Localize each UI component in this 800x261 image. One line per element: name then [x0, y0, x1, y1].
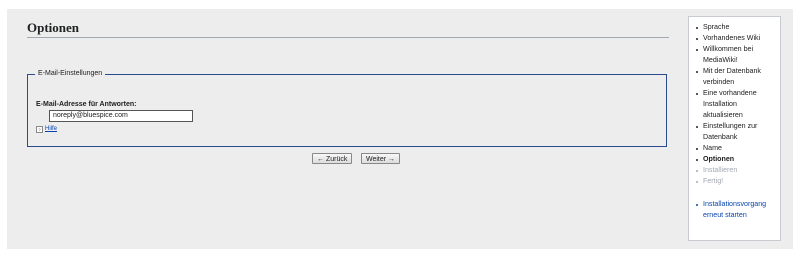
bullet-icon	[696, 26, 698, 29]
restart-label[interactable]: Installationsvorgang erneut starten	[703, 200, 766, 219]
step-label: Einstellungen zur Datenbank	[703, 122, 758, 141]
step-item-willkommen: Willkommen bei MediaWiki!	[689, 44, 780, 66]
step-item-fertig: Fertig!	[689, 176, 780, 187]
step-item-installieren: Installieren	[689, 165, 780, 176]
bullet-icon	[696, 169, 698, 172]
step-label: Willkommen bei MediaWiki!	[703, 45, 754, 64]
bullet-icon	[696, 203, 698, 206]
installer-frame: Optionen E-Mail-Einstellungen E-Mail-Adr…	[7, 9, 793, 249]
next-button[interactable]: Weiter →	[361, 153, 401, 164]
step-item-datenbank-verbinden: Mit der Datenbank verbinden	[689, 66, 780, 88]
step-label: Mit der Datenbank verbinden	[703, 67, 761, 86]
help-icon: ?	[36, 125, 43, 133]
step-item-installation-aktualisieren: Eine vorhandene Installation aktualisier…	[689, 88, 780, 121]
bullet-icon	[696, 147, 698, 150]
bullet-icon	[696, 70, 698, 73]
fieldset-legend: E-Mail-Einstellungen	[35, 69, 106, 79]
email-field-label: E-Mail-Adresse für Antworten:	[36, 101, 137, 108]
installer-steps-sidebar: Sprache Vorhandenes Wiki Willkommen bei …	[688, 16, 781, 241]
step-item-datenbank-einstellungen: Einstellungen zur Datenbank	[689, 121, 780, 143]
step-item-optionen: Optionen	[689, 154, 780, 165]
email-field[interactable]	[49, 110, 193, 122]
steps-list: Sprache Vorhandenes Wiki Willkommen bei …	[689, 17, 780, 221]
back-button[interactable]: ← Zurück	[312, 153, 353, 164]
step-item-vorhandenes-wiki: Vorhandenes Wiki	[689, 33, 780, 44]
step-label: Fertig!	[703, 177, 724, 185]
bullet-icon	[696, 180, 698, 183]
bullet-icon	[696, 92, 698, 95]
step-label: Vorhandenes Wiki	[703, 34, 761, 42]
bullet-icon	[696, 158, 698, 161]
step-label: Name	[703, 144, 722, 152]
bullet-icon	[696, 125, 698, 128]
step-label: Installieren	[703, 166, 738, 174]
step-item-sprache: Sprache	[689, 22, 780, 33]
step-label: Eine vorhandene Installation aktualisier…	[703, 89, 757, 119]
bullet-icon	[696, 37, 698, 40]
email-settings-fieldset: E-Mail-Einstellungen E-Mail-Adresse für …	[27, 69, 667, 147]
bullet-icon	[696, 48, 698, 51]
restart-installation-link[interactable]: Installationsvorgang erneut starten	[689, 199, 780, 221]
help-link[interactable]: Hilfe	[45, 125, 57, 133]
step-label: Sprache	[703, 23, 730, 31]
help-link-container[interactable]: ? Hilfe	[36, 125, 57, 133]
step-label: Optionen	[703, 155, 735, 163]
step-item-name: Name	[689, 143, 780, 154]
page-title: Optionen	[27, 21, 669, 38]
main-content: Optionen E-Mail-Einstellungen E-Mail-Adr…	[27, 21, 669, 164]
